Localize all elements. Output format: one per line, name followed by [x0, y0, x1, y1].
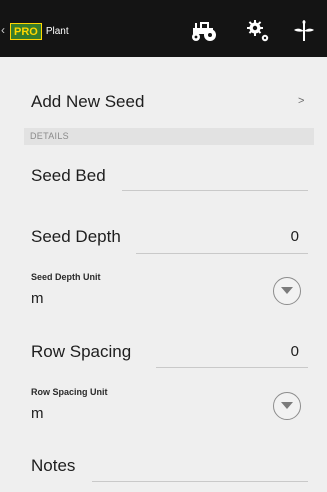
app-logo[interactable]: PRO Plant: [10, 23, 69, 40]
seed-depth-input[interactable]: [136, 253, 308, 254]
row-spacing-unit-row[interactable]: Row Spacing Unit m: [0, 383, 327, 433]
details-section-label: DETAILS: [30, 131, 69, 141]
plant-sprout-icon[interactable]: [289, 17, 319, 45]
seed-bed-row: Seed Bed: [0, 160, 327, 200]
gear-icon[interactable]: [243, 17, 273, 45]
row-spacing-unit-value: m: [31, 405, 44, 422]
seed-depth-unit-row[interactable]: Seed Depth Unit m: [0, 268, 327, 318]
notes-input[interactable]: [92, 481, 308, 482]
row-spacing-label: Row Spacing: [31, 342, 132, 361]
seed-depth-label: Seed Depth: [31, 227, 121, 246]
seed-depth-unit-dropdown-icon[interactable]: [273, 277, 301, 305]
seed-depth-row: Seed Depth 0: [0, 219, 327, 259]
row-spacing-unit-label: Row Spacing Unit: [31, 387, 108, 397]
row-spacing-unit-dropdown-icon[interactable]: [273, 392, 301, 420]
seed-depth-unit-label: Seed Depth Unit: [31, 272, 101, 282]
row-spacing-row: Row Spacing 0: [0, 334, 327, 374]
tractor-icon[interactable]: [188, 17, 218, 45]
seed-bed-label: Seed Bed: [31, 166, 106, 185]
row-spacing-input[interactable]: [156, 367, 308, 368]
seed-bed-input[interactable]: [122, 190, 308, 191]
logo-plant-text: Plant: [45, 26, 69, 37]
row-spacing-value: 0: [290, 343, 299, 360]
notes-label: Notes: [31, 456, 76, 475]
action-bar: ‹ PRO Plant: [0, 0, 327, 57]
chevron-right-icon: >: [298, 95, 305, 107]
add-new-seed-row[interactable]: Add New Seed >: [0, 76, 327, 126]
logo-pro-badge: PRO: [10, 23, 42, 40]
add-new-seed-label: Add New Seed: [31, 92, 145, 111]
details-section-header: DETAILS: [24, 128, 314, 145]
seed-depth-value: 0: [290, 228, 299, 245]
seed-depth-unit-value: m: [31, 290, 44, 307]
back-chevron-icon[interactable]: ‹: [1, 24, 5, 36]
notes-row: Notes: [0, 449, 327, 489]
